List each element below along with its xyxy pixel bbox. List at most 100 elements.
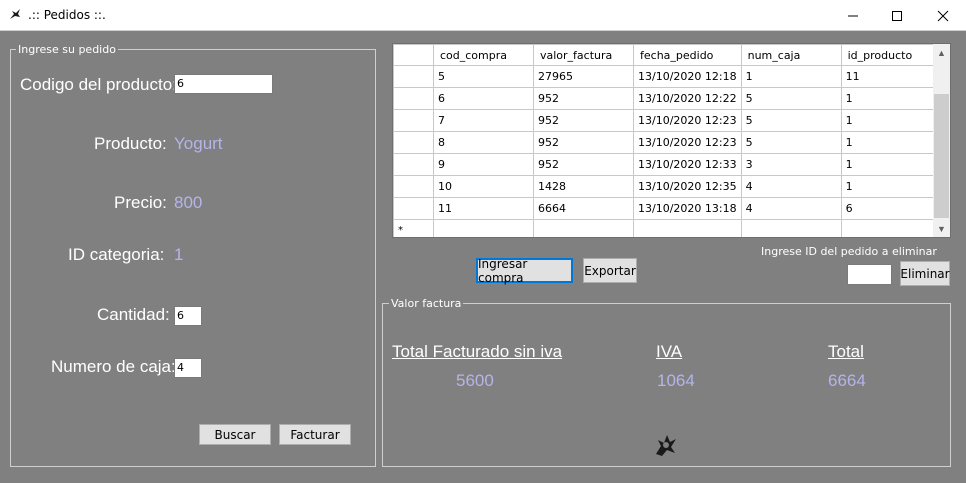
table-cell[interactable]: 5: [740, 109, 842, 132]
row-header[interactable]: [393, 131, 434, 154]
table-cell[interactable]: 6664: [533, 197, 634, 220]
eliminar-id-input[interactable]: [847, 264, 892, 285]
row-header[interactable]: [393, 87, 434, 110]
producto-value: Yogurt: [174, 134, 223, 153]
window-title: .:: Pedidos ::.: [28, 8, 106, 22]
table-cell[interactable]: 9: [433, 153, 534, 176]
table-row[interactable]: 6 952 13/10/2020 12:22 5 1: [393, 87, 942, 110]
table-row[interactable]: 5 27965 13/10/2020 12:18 1 11: [393, 65, 942, 88]
table-cell[interactable]: 13/10/2020 12:23: [633, 109, 742, 132]
table-cell[interactable]: 5: [740, 131, 842, 154]
sin-iva-value: 5600: [456, 371, 494, 390]
column-header-valor-factura[interactable]: valor_factura: [533, 44, 634, 66]
row-header[interactable]: [393, 65, 434, 88]
pedido-group-label: Ingrese su pedido: [16, 43, 118, 56]
table-cell[interactable]: 13/10/2020 12:22: [633, 87, 742, 110]
table-cell[interactable]: 13/10/2020 12:33: [633, 153, 742, 176]
table-row[interactable]: 11 6664 13/10/2020 13:18 4 6: [393, 197, 942, 220]
table-cell[interactable]: 27965: [533, 65, 634, 88]
column-header-num-caja[interactable]: num_caja: [740, 44, 842, 66]
table-cell[interactable]: [740, 219, 842, 237]
table-cell[interactable]: 1: [840, 87, 942, 110]
scroll-thumb[interactable]: [934, 94, 949, 218]
categoria-value: 1: [174, 245, 184, 264]
table-cell[interactable]: 13/10/2020 12:35: [633, 175, 742, 198]
column-header-id-producto[interactable]: id_producto: [840, 44, 942, 66]
ingresar-compra-button[interactable]: Ingresar compra: [476, 257, 573, 285]
table-cell[interactable]: 10: [433, 175, 534, 198]
minimize-button[interactable]: [830, 0, 876, 31]
iva-value: 1064: [657, 371, 695, 390]
table-cell[interactable]: 7: [433, 109, 534, 132]
maximize-icon: [892, 10, 902, 21]
table-row[interactable]: 7 952 13/10/2020 12:23 5 1: [393, 109, 942, 132]
sin-iva-label: Total Facturado sin iva: [392, 342, 563, 361]
table-cell[interactable]: [533, 219, 634, 237]
row-header-corner: [393, 44, 434, 66]
table-cell[interactable]: 952: [533, 153, 634, 176]
table-cell[interactable]: 1: [840, 131, 942, 154]
table-row[interactable]: 9 952 13/10/2020 12:33 3 1: [393, 153, 942, 176]
table-cell[interactable]: 952: [533, 131, 634, 154]
exportar-button[interactable]: Exportar: [583, 258, 637, 283]
cantidad-input[interactable]: 6: [174, 306, 202, 326]
column-header-cod-compra[interactable]: cod_compra: [433, 44, 534, 66]
row-header[interactable]: [393, 197, 434, 220]
minimize-icon: [848, 15, 858, 16]
brand-logo-icon: [656, 435, 676, 456]
table-cell[interactable]: 13/10/2020 12:23: [633, 131, 742, 154]
codigo-label: Codigo del producto:: [20, 75, 177, 94]
facturar-button[interactable]: Facturar: [279, 424, 351, 445]
iva-label: IVA: [656, 342, 683, 361]
table-cell[interactable]: 6: [840, 197, 942, 220]
new-row[interactable]: *: [393, 219, 942, 237]
table-cell[interactable]: 11: [840, 65, 942, 88]
table-cell[interactable]: 5: [740, 87, 842, 110]
factura-group-label: Valor factura: [389, 297, 464, 310]
pedidos-grid[interactable]: cod_compra valor_factura fecha_pedido num_c…: [392, 43, 951, 238]
table-cell[interactable]: 952: [533, 87, 634, 110]
cantidad-label: Cantidad:: [97, 305, 170, 324]
table-cell[interactable]: 3: [740, 153, 842, 176]
row-header[interactable]: [393, 153, 434, 176]
title-bar: .:: Pedidos ::.: [0, 0, 966, 31]
table-cell[interactable]: 13/10/2020 13:18: [633, 197, 742, 220]
codigo-input[interactable]: 6: [174, 74, 273, 94]
table-cell[interactable]: 1: [840, 175, 942, 198]
table-cell[interactable]: 952: [533, 109, 634, 132]
caja-input[interactable]: 4: [174, 358, 202, 378]
eliminar-prompt: Ingrese ID del pedido a eliminar: [761, 245, 937, 258]
precio-label: Precio:: [114, 193, 167, 212]
table-cell[interactable]: 11: [433, 197, 534, 220]
table-row[interactable]: 10 1428 13/10/2020 12:35 4 1: [393, 175, 942, 198]
table-cell[interactable]: 5: [433, 65, 534, 88]
producto-label: Producto:: [94, 134, 167, 153]
table-cell[interactable]: 8: [433, 131, 534, 154]
total-value: 6664: [828, 371, 866, 390]
maximize-button[interactable]: [874, 0, 920, 31]
scroll-down-icon[interactable]: ▼: [933, 220, 950, 237]
table-cell[interactable]: 1: [840, 153, 942, 176]
table-cell[interactable]: [840, 219, 942, 237]
categoria-label: ID categoria:: [68, 245, 165, 264]
table-cell[interactable]: 1: [840, 109, 942, 132]
app-logo-icon: [10, 9, 20, 19]
column-header-fecha-pedido[interactable]: fecha_pedido: [633, 44, 742, 66]
table-row[interactable]: 8 952 13/10/2020 12:23 5 1: [393, 131, 942, 154]
table-cell[interactable]: [633, 219, 742, 237]
table-cell[interactable]: 1428: [533, 175, 634, 198]
buscar-button[interactable]: Buscar: [199, 424, 271, 445]
row-header[interactable]: [393, 109, 434, 132]
row-header[interactable]: [393, 175, 434, 198]
table-cell[interactable]: [433, 219, 534, 237]
eliminar-button[interactable]: Eliminar: [900, 261, 950, 286]
table-cell[interactable]: 4: [740, 197, 842, 220]
table-cell[interactable]: 6: [433, 87, 534, 110]
close-button[interactable]: [920, 0, 966, 31]
caja-label: Numero de caja:: [51, 357, 176, 376]
table-cell[interactable]: 13/10/2020 12:18: [633, 65, 742, 88]
grid-scrollbar[interactable]: ▲ ▼: [933, 44, 950, 237]
scroll-up-icon[interactable]: ▲: [933, 44, 950, 61]
table-cell[interactable]: 1: [740, 65, 842, 88]
table-cell[interactable]: 4: [740, 175, 842, 198]
